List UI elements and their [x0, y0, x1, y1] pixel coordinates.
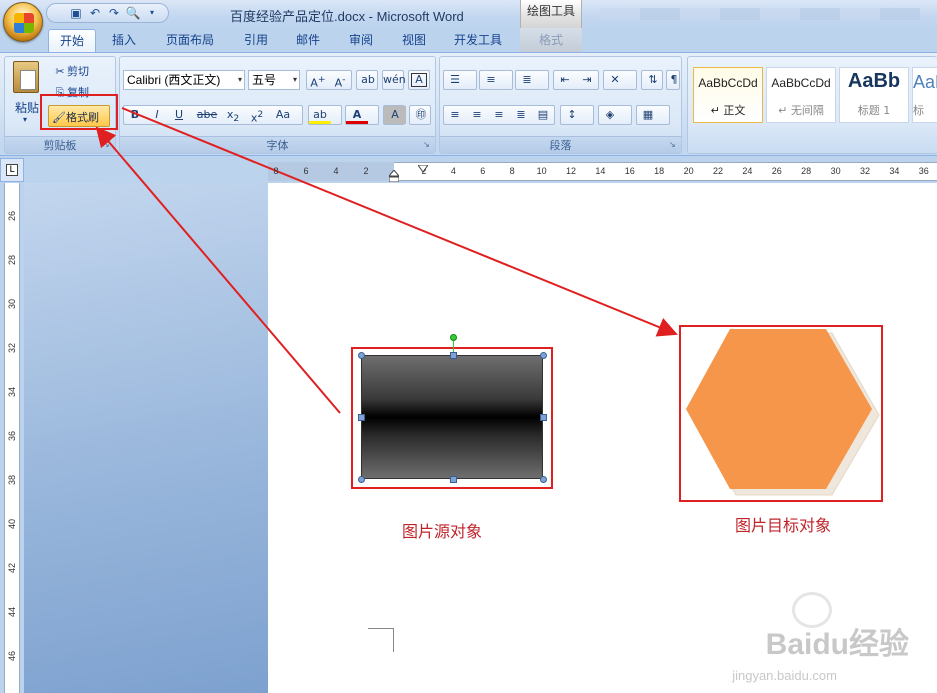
- rotate-handle[interactable]: [450, 334, 457, 341]
- ruler-tick-label: 8: [273, 166, 279, 176]
- resize-handle[interactable]: [358, 414, 365, 421]
- resize-handle[interactable]: [450, 352, 457, 359]
- resize-handle[interactable]: [540, 352, 547, 359]
- ruler-tick-label: 2: [363, 166, 369, 176]
- source-caption: 图片源对象: [402, 522, 483, 541]
- paw-icon: [792, 592, 832, 628]
- target-hexagon-shape[interactable]: [684, 327, 880, 499]
- office-logo-icon: [14, 13, 34, 33]
- target-caption: 图片目标对象: [735, 516, 832, 535]
- paragraph-corner-mark: [368, 628, 394, 652]
- resize-handle[interactable]: [450, 476, 457, 483]
- resize-handle[interactable]: [540, 414, 547, 421]
- ruler-tick-label: 4: [333, 166, 339, 176]
- watermark-url: jingyan.baidu.com: [732, 668, 837, 683]
- resize-handle[interactable]: [358, 476, 365, 483]
- source-shape[interactable]: [361, 355, 543, 479]
- format-painter-highlight: [40, 94, 118, 130]
- ruler-tick-label: 6: [303, 166, 309, 176]
- baidu-watermark: Baidu经验: [766, 619, 909, 663]
- resize-handle[interactable]: [358, 352, 365, 359]
- watermark-brand: Baidu经验: [765, 628, 909, 661]
- office-button[interactable]: [3, 2, 43, 42]
- arrow-to-target: [121, 107, 678, 337]
- resize-handle[interactable]: [540, 476, 547, 483]
